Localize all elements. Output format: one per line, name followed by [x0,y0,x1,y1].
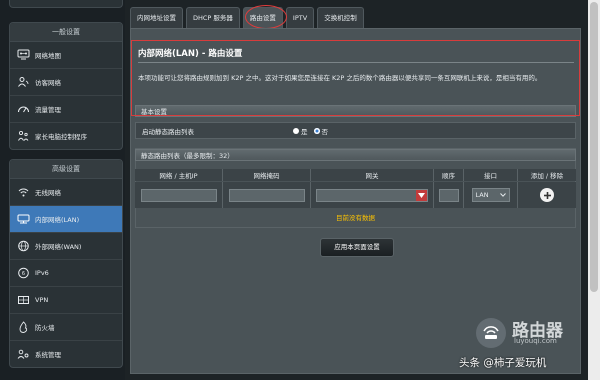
lan-icon [16,212,30,226]
sidebar-item-network-map[interactable]: 网络地图 [10,42,122,69]
col-network-ip: 网络 / 主机IP [135,169,223,181]
wan-globe-icon [16,239,30,253]
watermark-credit: 头条 @柿子爱玩机 [459,357,547,369]
chevron-down-icon [418,192,425,198]
tab-iptv[interactable]: IPTV [285,7,315,29]
interface-value: LAN [475,191,489,199]
sidebar-item-label: 内部网络(LAN) [35,216,80,224]
col-gateway: 网关 [311,169,434,181]
guest-network-icon [16,75,30,89]
traffic-manager-icon [16,102,30,116]
sidebar-item-lan[interactable]: 内部网络(LAN) [10,206,122,233]
sidebar-item-label: 访客网络 [35,79,61,87]
route-table-header: 网络 / 主机IP 网络掩码 网关 顺序 接口 添加 / 移除 [135,169,576,181]
radio-no-dot[interactable] [313,127,320,134]
svg-text:6: 6 [21,271,24,277]
ipv6-icon: 6 [16,266,30,280]
sidebar-item-parental-control[interactable]: 家长电脑控制程序 [10,123,122,149]
metric-input[interactable] [438,188,459,202]
plus-icon [543,191,551,199]
radio-yes[interactable]: 是 [293,126,308,136]
watermark-site-url: luyouqi.com [514,337,557,345]
sidebar-item-label: 系统管理 [35,351,61,359]
sidebar-item-label: 流量管理 [35,106,61,114]
vpn-icon [16,293,30,307]
sidebar-item-label: 无线网络 [35,189,61,197]
sidebar-top-partial [9,0,123,8]
sidebar-item-traffic-manager[interactable]: 流量管理 [10,96,122,123]
sidebar-item-wan[interactable]: 外部网络(WAN) [10,233,122,260]
sidebar-advanced-header: 高级设置 [10,160,122,179]
sidebar-item-ipv6[interactable]: 6 IPv6 [10,260,122,287]
radio-no-label: 否 [321,127,329,136]
sidebar-item-label: 家长电脑控制程序 [35,133,87,141]
page-scrollbar[interactable] [588,0,600,380]
sidebar-item-label: VPN [35,296,49,304]
add-route-button[interactable] [540,188,554,202]
cell-gateway [311,182,434,208]
sidebar-item-label: 防火墙 [35,324,55,332]
col-add-remove: 添加 / 移除 [530,172,564,180]
route-input-row: LAN [135,182,576,208]
gateway-select[interactable] [316,188,428,202]
page-description: 本项功能可让您将路由规则加到 K2P 之中。这对于如果您是连接在 K2P 之后的… [138,74,542,82]
cell-netmask [223,182,311,208]
network-ip-input[interactable] [140,188,217,202]
cell-metric [434,182,464,208]
col-metric: 顺序 [434,169,464,181]
sidebar-general-header: 一般设置 [10,23,122,42]
wireless-icon [16,185,30,199]
sidebar-item-label: 网络地图 [35,52,61,60]
sidebar-item-label: IPv6 [35,269,49,277]
sidebar: 一般设置 网络地图 访客网络 流量管理 家长电脑控制程序 高级设置 无线网络 内… [0,0,125,380]
sidebar-item-guest-network[interactable]: 访客网络 [10,69,122,96]
network-map-icon [16,48,30,62]
firewall-icon [16,320,30,334]
netmask-input[interactable] [228,188,305,202]
radio-yes-label: 是 [301,127,308,136]
sidebar-item-wireless[interactable]: 无线网络 [10,179,122,206]
radio-no[interactable]: 否 [313,126,329,136]
scrollbar-thumb[interactable] [590,2,598,292]
cell-network-ip [135,182,223,208]
interface-select[interactable]: LAN [471,188,510,202]
col-interface: 接口 [464,169,518,181]
enable-static-routes-row: 启动静态路由列表 是 否 [135,122,576,139]
watermark-router-icon [476,318,506,348]
sidebar-item-label: 外部网络(WAN) [35,243,82,251]
cell-add [518,182,576,208]
empty-list-message: 目前没有数据 [336,214,375,222]
sidebar-item-vpn[interactable]: VPN [10,287,122,314]
radio-yes-dot[interactable] [293,127,299,134]
tab-switch-control[interactable]: 交换机控制 [317,7,364,29]
sidebar-general-group: 一般设置 网络地图 访客网络 流量管理 家长电脑控制程序 [9,22,123,150]
tab-dhcp-server[interactable]: DHCP 服务器 [186,7,240,29]
page-title: 内部网络(LAN) - 路由设置 [138,49,243,59]
sidebar-advanced-group: 高级设置 无线网络 内部网络(LAN) 外部网络(WAN) 6 IPv6 VPN… [9,159,123,368]
col-netmask: 网络掩码 [223,169,311,181]
sidebar-item-firewall[interactable]: 防火墙 [10,314,122,341]
basic-settings-header: 基本设置 [135,105,576,117]
sidebar-item-administration[interactable]: 系统管理 [10,341,122,367]
title-divider [138,62,574,63]
chevron-down-icon [499,193,506,197]
static-route-list-header: 静态路由列表（最多限制：32） [135,149,576,161]
parental-control-icon [16,129,30,143]
cell-interface: LAN [464,182,518,208]
tab-lan-ip[interactable]: 内网地址设置 [130,7,183,29]
enable-static-routes-label: 启动静态路由列表 [142,127,194,136]
apply-settings-button[interactable]: 应用本页面设置 [320,238,394,257]
administration-icon [16,347,30,361]
annotation-circle [245,5,287,29]
gateway-dropdown-button[interactable] [416,189,427,201]
